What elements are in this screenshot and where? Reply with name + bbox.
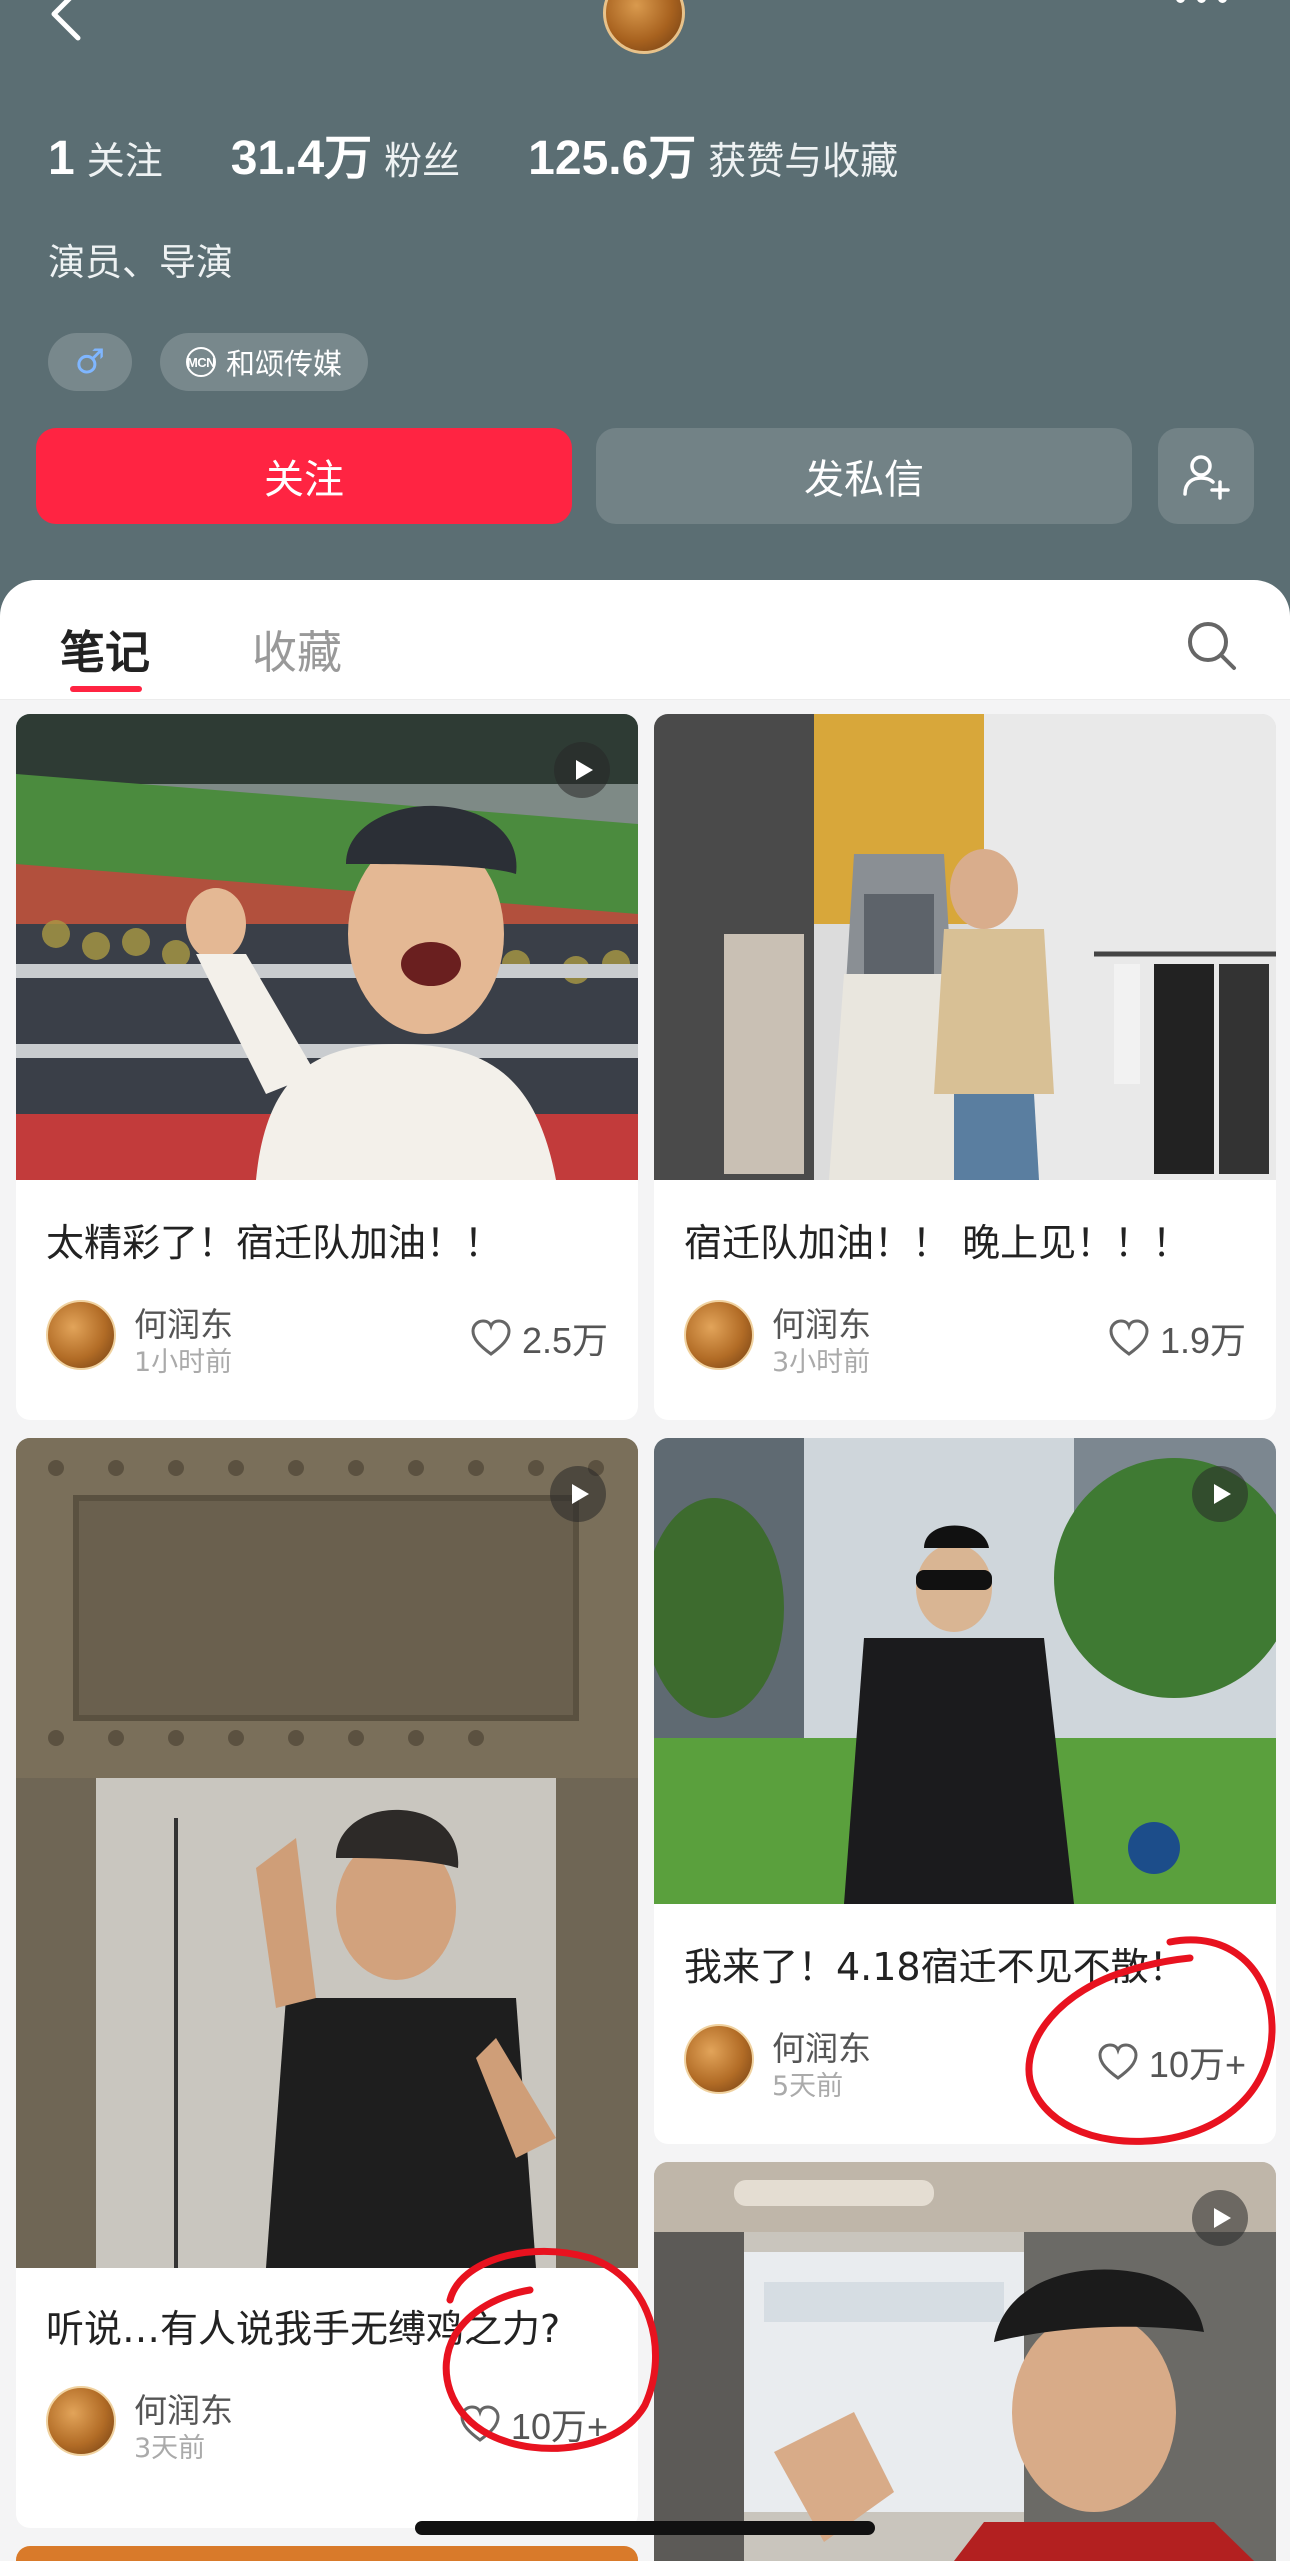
author-name: 何润东 [134,2391,233,2430]
note-card[interactable]: 太精彩了！宿迁队加油！！ 何润东 1小时前 2.5万 [16,714,638,1420]
likes-count: 125.6万 [528,132,697,185]
tab-active-indicator [70,686,142,692]
play-icon [1192,1466,1248,1522]
top-bar [0,0,1290,70]
heart-icon [460,2405,500,2442]
tab-collections[interactable]: 收藏 [252,616,342,681]
note-title: 太精彩了！宿迁队加油！！ [46,1221,503,1265]
author-name: 何润东 [134,1305,233,1344]
note-card[interactable] [654,2162,1276,2561]
note-title: 宿迁队加油！！ 晚上见！！！ [684,1221,1191,1265]
add-user-button[interactable] [1158,428,1254,524]
like-button[interactable]: 10万+ [1097,2036,1246,2088]
author-avatar [684,2024,754,2094]
following-stat[interactable]: 1 关注 [48,130,163,186]
profile-bio: 演员、导演 [48,241,233,284]
author-name: 何润东 [772,1305,871,1344]
followers-count: 31.4万 [230,132,373,185]
like-count: 2.5万 [521,1320,608,1361]
play-icon [1192,2190,1248,2246]
mcn-icon: MCN [186,347,216,377]
heart-icon [1109,1319,1149,1356]
note-card[interactable]: 听说…有人说我手无缚鸡之力? 何润东 3天前 10万+ [16,1438,638,2528]
like-count: 1.9万 [1159,1320,1246,1361]
note-title: 听说…有人说我手无缚鸡之力? [46,2307,561,2351]
male-icon: ♂ [74,342,106,382]
note-cover-image [654,1438,1276,1904]
note-card[interactable]: 宿迁队加油！！ 晚上见！！！ 何润东 3小时前 1.9万 [654,714,1276,1420]
heart-icon [471,1319,511,1356]
note-time: 5天前 [772,2071,844,2102]
note-cover-image [654,714,1276,1180]
following-count: 1 [48,132,75,185]
note-time: 3小时前 [772,1347,871,1378]
home-indicator [415,2521,875,2535]
like-button[interactable]: 1.9万 [1108,1312,1246,1364]
followers-label: 粉丝 [384,139,461,183]
search-icon[interactable] [1184,618,1240,674]
likes-stat[interactable]: 125.6万 获赞与收藏 [528,118,898,188]
note-card[interactable] [16,2546,638,2561]
avatar[interactable] [603,0,685,54]
author-avatar [46,1300,116,1370]
author-avatar [46,2386,116,2456]
profile-header: 1 关注 31.4万 粉丝 125.6万 获赞与收藏 演员、导演 ♂ MCN 和… [0,0,1290,620]
follow-button[interactable]: 关注 [36,428,572,524]
note-cover-image [654,2162,1276,2561]
author-avatar [684,1300,754,1370]
back-arrow-icon[interactable] [40,0,100,52]
note-title: 我来了！4.18宿迁不见不散！ [684,1945,1187,1989]
note-cover-image [16,1438,638,2268]
heart-icon [1098,2043,1138,2080]
note-time: 1小时前 [134,1347,233,1378]
note-card[interactable]: 我来了！4.18宿迁不见不散！ 何润东 5天前 10万+ [654,1438,1276,2144]
likes-label: 获赞与收藏 [708,139,899,183]
like-button[interactable]: 2.5万 [470,1312,608,1364]
author-name: 何润东 [772,2029,871,2068]
following-label: 关注 [86,139,163,183]
profile-actions: 关注 发私信 [36,428,1256,526]
tab-bar: 笔记 收藏 [0,580,1290,700]
like-count: 10万+ [510,2406,608,2447]
more-dots-icon[interactable] [1176,0,1246,18]
note-cover-image [16,714,638,1180]
message-button[interactable]: 发私信 [596,428,1132,524]
mcn-label: 和颂传媒 [226,347,343,381]
add-user-icon [1183,455,1230,500]
followers-stat[interactable]: 31.4万 粉丝 [231,118,460,188]
play-icon [554,742,610,798]
profile-stats: 1 关注 31.4万 粉丝 125.6万 获赞与收藏 [48,118,940,188]
like-count: 10万+ [1148,2044,1246,2085]
play-icon [550,1466,606,1522]
profile-tags: ♂ MCN 和颂传媒 [48,333,369,391]
gender-tag: ♂ [48,333,132,391]
tab-notes[interactable]: 笔记 [60,616,150,681]
mcn-tag[interactable]: MCN 和颂传媒 [160,333,369,391]
like-button[interactable]: 10万+ [459,2398,608,2450]
note-time: 3天前 [134,2433,206,2464]
